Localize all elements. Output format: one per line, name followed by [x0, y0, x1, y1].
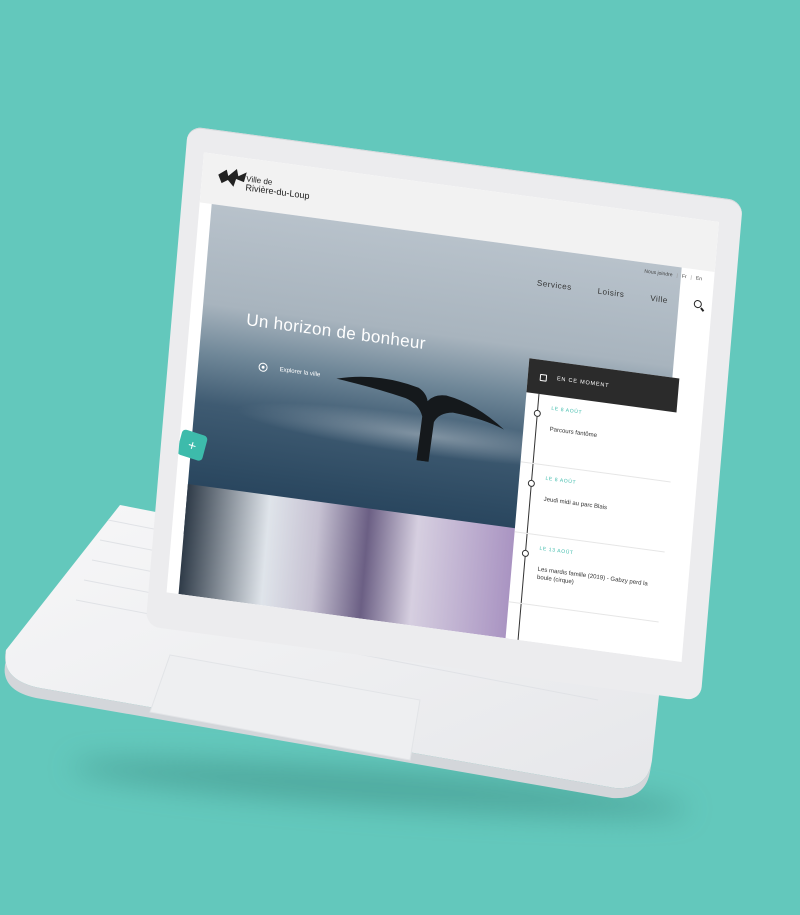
calendar-icon [539, 373, 548, 382]
website-screen: Ville de Rivière-du-Loup Un horizon de b… [166, 152, 719, 662]
laptop-lid: Ville de Rivière-du-Loup Un horizon de b… [145, 126, 743, 701]
events-panel: EN CE MOMENT LE 8 AOÛT Parcours fantôme … [504, 358, 680, 662]
timeline-node [527, 479, 536, 488]
hero-title: Un horizon de bonheur [245, 309, 427, 354]
events-heading: EN CE MOMENT [556, 376, 610, 390]
timeline-node [521, 549, 530, 558]
circle-dot-icon [258, 362, 268, 373]
event-date: LE 8 AOÛT [545, 475, 577, 486]
event-title: Les mardis famille (2019) - Gabzy perd l… [536, 566, 648, 588]
city-logo-icon[interactable] [217, 165, 249, 191]
city-logo-text[interactable]: Ville de Rivière-du-Loup [245, 174, 311, 201]
lang-fr-link[interactable]: Fr [682, 274, 687, 281]
event-date: LE 13 AOÛT [539, 545, 574, 557]
event-date: LE 8 AOÛT [551, 405, 583, 416]
explore-city-link[interactable]: Explorer la ville [258, 362, 321, 379]
explore-city-label: Explorer la ville [279, 366, 321, 378]
lang-en-link[interactable]: En [696, 276, 703, 283]
event-title: Parcours fantôme [549, 426, 598, 440]
event-title: Jeudi midi au parc Blais [543, 496, 608, 512]
search-icon[interactable] [693, 299, 703, 309]
timeline-node [533, 409, 542, 418]
whale-tail-image [336, 376, 505, 462]
